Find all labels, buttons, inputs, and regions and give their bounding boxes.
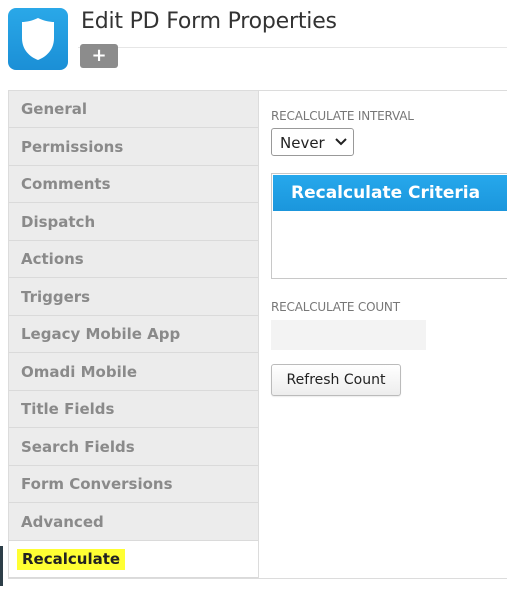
sidebar-item-recalculate[interactable]: Recalculate: [9, 541, 258, 578]
window-edge: [0, 546, 3, 586]
sidebar-item-form-conversions[interactable]: Form Conversions: [9, 466, 258, 503]
sidebar-item-label: Triggers: [21, 287, 91, 306]
refresh-count-button[interactable]: Refresh Count: [271, 364, 401, 396]
sidebar-item-label: Permissions: [21, 137, 124, 156]
sidebar-item-advanced[interactable]: Advanced: [9, 503, 258, 541]
chevron-down-icon: [335, 138, 347, 146]
sidebar-item-search-fields[interactable]: Search Fields: [9, 428, 258, 466]
sidebar-item-label: Actions: [21, 250, 84, 268]
sidebar-item-omadi-mobile[interactable]: Omadi Mobile: [9, 353, 258, 391]
sidebar-item-legacy-mobile-app[interactable]: Legacy Mobile App: [9, 316, 258, 353]
sidebar-item-label: Title Fields: [21, 400, 115, 418]
recalculate-count-label: RECALCULATE COUNT: [271, 300, 400, 314]
sidebar-item-general[interactable]: General: [9, 91, 258, 128]
refresh-count-label: Refresh Count: [286, 372, 386, 388]
title-divider: [78, 47, 507, 48]
settings-sidebar: General Permissions Comments Dispatch Ac…: [8, 90, 259, 579]
criteria-header: Recalculate Criteria: [273, 175, 507, 211]
add-button[interactable]: +: [80, 44, 118, 68]
sidebar-item-label: General: [21, 100, 87, 118]
sidebar-item-permissions[interactable]: Permissions: [9, 128, 258, 166]
sidebar-item-label: Omadi Mobile: [21, 362, 138, 381]
sidebar-item-label: Legacy Mobile App: [21, 325, 181, 343]
sidebar-item-label: Advanced: [21, 512, 104, 531]
sidebar-item-comments[interactable]: Comments: [9, 166, 258, 203]
sidebar-item-dispatch[interactable]: Dispatch: [9, 203, 258, 241]
recalculate-panel: RECALCULATE INTERVAL Never Recalculate C…: [259, 90, 507, 579]
sidebar-item-label: Dispatch: [21, 212, 96, 231]
recalculate-count-value: [271, 320, 426, 350]
recalculate-interval-select[interactable]: Never: [271, 128, 354, 156]
page-header: Edit PD Form Properties +: [0, 0, 507, 84]
recalculate-criteria-panel: Recalculate Criteria: [271, 173, 507, 279]
sidebar-item-triggers[interactable]: Triggers: [9, 278, 258, 316]
select-value: Never: [280, 134, 325, 152]
page-title: Edit PD Form Properties: [81, 9, 337, 34]
recalculate-interval-label: RECALCULATE INTERVAL: [271, 109, 414, 123]
form-logo: [8, 8, 68, 70]
sidebar-item-title-fields[interactable]: Title Fields: [9, 391, 258, 428]
sidebar-item-label: Comments: [21, 175, 111, 193]
criteria-title: Recalculate Criteria: [291, 183, 481, 203]
sidebar-item-label: Form Conversions: [21, 475, 173, 493]
sidebar-item-label: Search Fields: [21, 437, 135, 456]
sidebar-item-actions[interactable]: Actions: [9, 241, 258, 278]
shield-icon: [22, 18, 54, 60]
sidebar-item-label: Recalculate: [17, 549, 126, 570]
